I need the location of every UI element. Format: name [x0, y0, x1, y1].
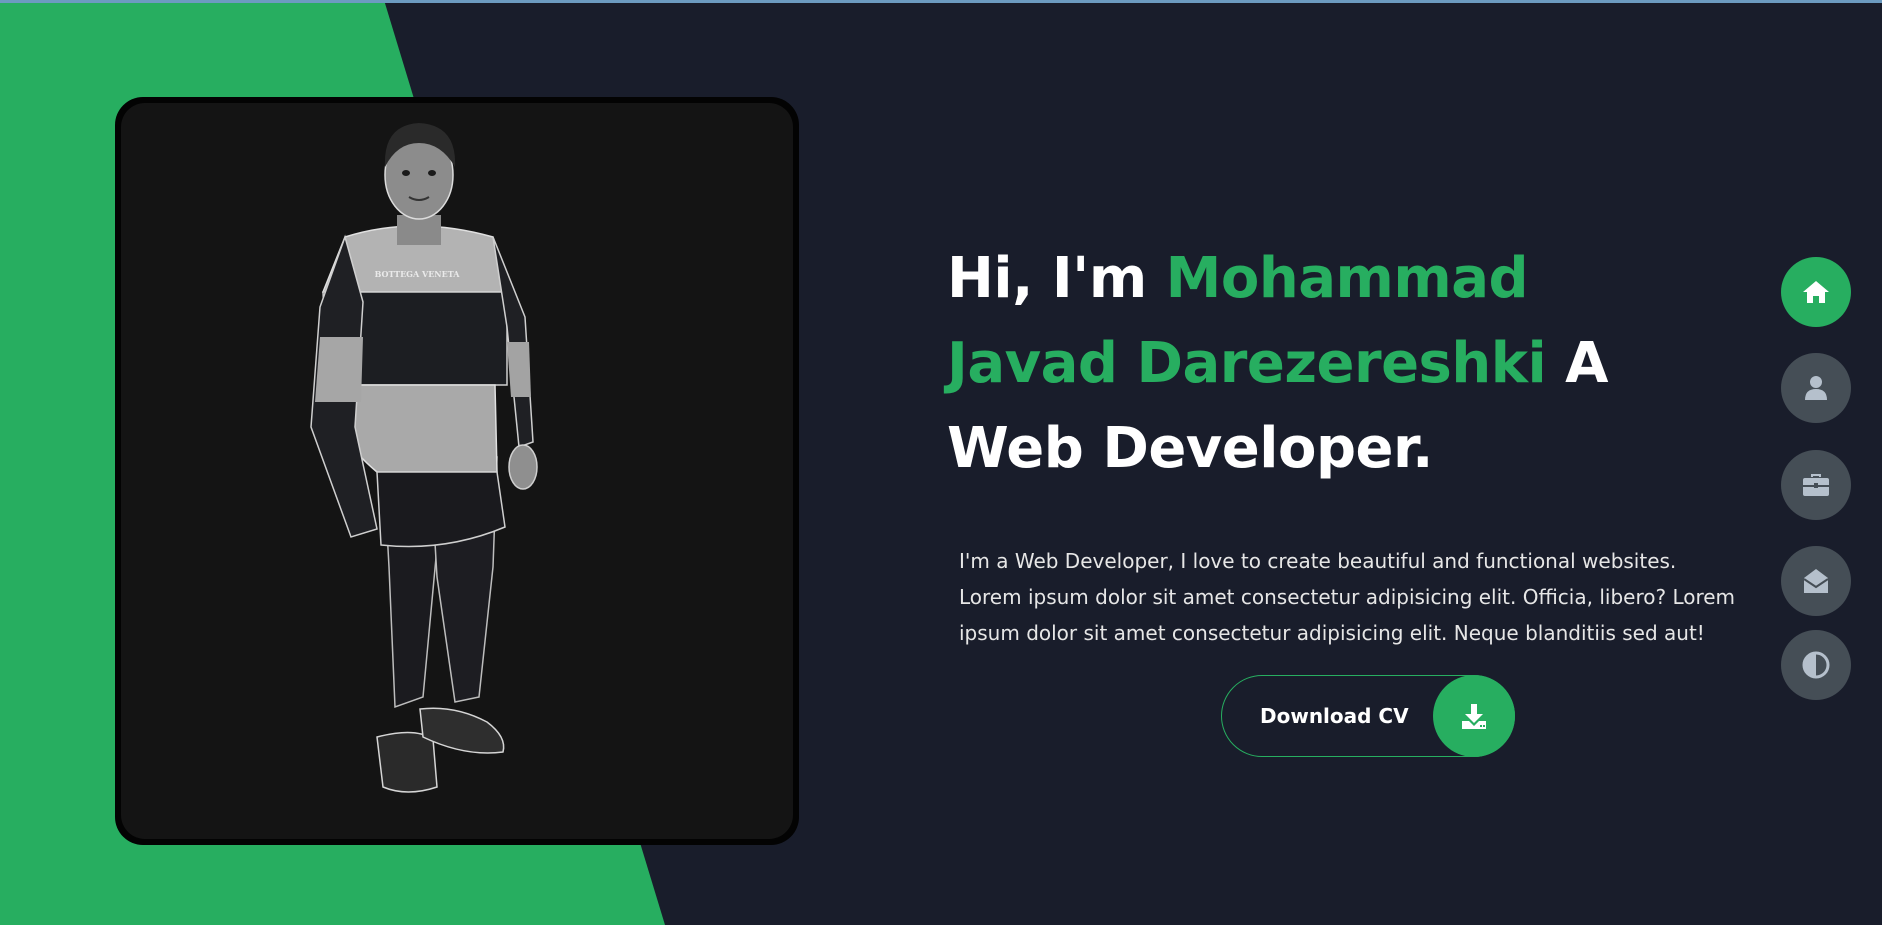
user-icon	[1805, 376, 1827, 400]
nav-theme-button[interactable]	[1781, 630, 1851, 700]
profile-photo-card: BOTTEGA VENETA	[115, 97, 799, 845]
envelope-open-icon	[1803, 569, 1829, 593]
contrast-icon	[1802, 651, 1830, 679]
hero-description: I'm a Web Developer, I love to create be…	[959, 549, 1736, 645]
profile-photo: BOTTEGA VENETA	[310, 123, 538, 793]
top-strip	[0, 0, 1882, 3]
nav-about-button[interactable]	[1781, 353, 1851, 423]
hero-title: Hi, I'm Mohammad Javad Darezereshki A We…	[947, 236, 1707, 491]
briefcase-icon	[1803, 474, 1829, 496]
nav-home-button[interactable]	[1781, 257, 1851, 327]
nav-portfolio-button[interactable]	[1781, 450, 1851, 520]
home-icon	[1803, 281, 1829, 303]
download-cv-label: Download CV	[1260, 704, 1409, 728]
download-icon	[1433, 675, 1515, 757]
shirt-logo-text: BOTTEGA VENETA	[375, 269, 461, 279]
side-navigation	[1781, 0, 1851, 925]
download-cv-button[interactable]: Download CV	[1221, 675, 1515, 757]
title-prefix: Hi, I'm	[947, 246, 1166, 311]
nav-contact-button[interactable]	[1781, 546, 1851, 616]
